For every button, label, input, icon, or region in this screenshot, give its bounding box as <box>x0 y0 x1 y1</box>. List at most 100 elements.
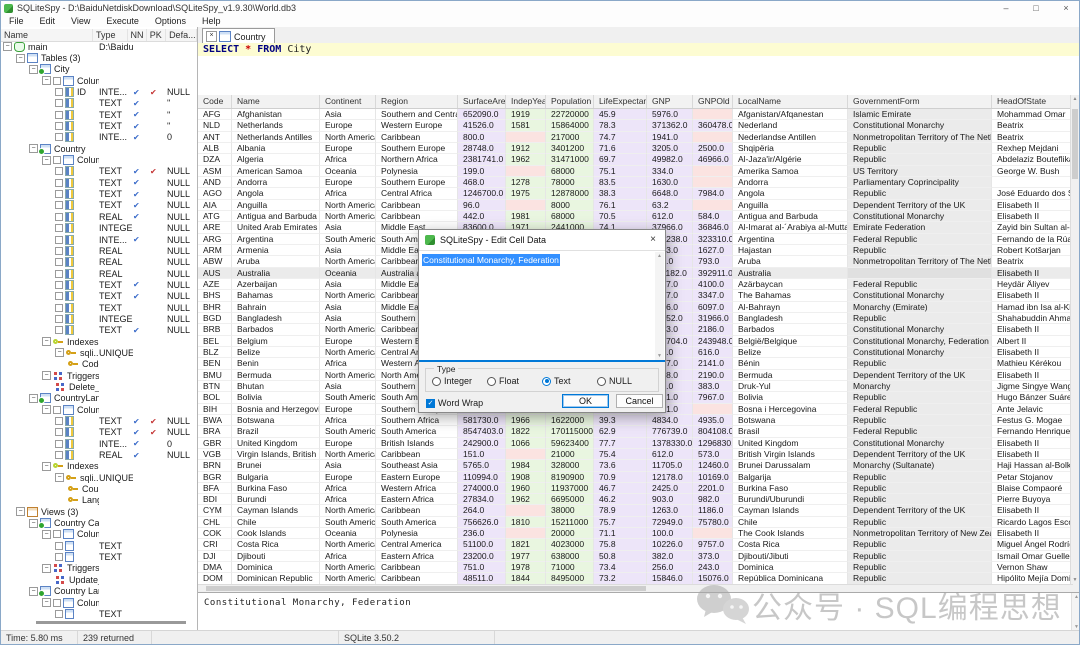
grid-cell[interactable]: 1296830.0 <box>693 438 733 449</box>
grid-cell[interactable]: Eastern Africa <box>376 494 458 505</box>
tree-checkbox[interactable] <box>55 281 63 289</box>
grid-cell[interactable]: ALB <box>198 143 232 154</box>
grid-cell[interactable]: BFA <box>198 483 232 494</box>
tree-checkbox[interactable] <box>53 156 61 164</box>
tree-row-triggers-1-[interactable]: Triggers (1) <box>1 370 197 381</box>
grid-cell[interactable]: Azärbaycan <box>733 279 848 290</box>
grid-cell[interactable]: 73.4 <box>594 562 647 573</box>
grid-cell[interactable]: Anguilla <box>733 200 848 211</box>
grid-cell[interactable]: Africa <box>320 358 376 369</box>
grid-header-headofstate[interactable]: HeadOfState <box>992 95 1072 108</box>
grid-cell[interactable]: CHL <box>198 517 232 528</box>
tree-row-columns-15-[interactable]: Columns (15) <box>1 154 197 165</box>
grid-cell[interactable]: Republic <box>848 472 992 483</box>
grid-cell[interactable]: Southern and Central Asia <box>376 109 458 120</box>
grid-cell[interactable]: Caribbean <box>376 132 458 143</box>
tree-row-column[interactable]: TEXTNULL <box>1 302 197 313</box>
grid-cell[interactable]: Barbados <box>232 324 320 335</box>
grid-cell[interactable] <box>506 166 546 177</box>
grid-cell[interactable]: Polynesia <box>376 528 458 539</box>
grid-cell[interactable]: 73.2 <box>594 573 647 584</box>
grid-header-gnpold[interactable]: GNPOld <box>693 95 733 108</box>
grid-cell[interactable]: BRN <box>198 460 232 471</box>
grid-cell[interactable]: 1622000 <box>546 415 594 426</box>
grid-cell[interactable]: Dominica <box>232 562 320 573</box>
grid-cell[interactable]: 373.0 <box>693 551 733 562</box>
grid-cell[interactable]: 1186.0 <box>693 505 733 516</box>
hscroll-thumb[interactable] <box>206 586 646 591</box>
grid-cell[interactable]: BGR <box>198 472 232 483</box>
grid-cell[interactable]: North America <box>320 256 376 267</box>
grid-cell[interactable]: 15864000 <box>546 120 594 131</box>
grid-header-lifeexpectancy[interactable]: LifeExpectancy <box>594 95 647 108</box>
grid-cell[interactable] <box>506 505 546 516</box>
grid-cell[interactable]: 328000 <box>546 460 594 471</box>
grid-cell[interactable]: Asia <box>320 313 376 324</box>
grid-cell[interactable]: BHR <box>198 302 232 313</box>
grid-cell[interactable]: BOL <box>198 392 232 403</box>
grid-cell[interactable]: 1981 <box>506 211 546 222</box>
grid-cell[interactable]: 652090.0 <box>458 109 506 120</box>
grid-cell[interactable]: Republic <box>848 245 992 256</box>
grid-cell[interactable]: 100.0 <box>647 528 693 539</box>
grid-cell[interactable]: BWA <box>198 415 232 426</box>
dialog-close-icon[interactable]: × <box>641 230 665 250</box>
grid-cell[interactable]: Nederlandse Antillen <box>733 132 848 143</box>
grid-cell[interactable]: George W. Bush <box>992 166 1072 177</box>
tree-row-column[interactable]: TEXT <box>1 608 197 619</box>
grid-cell[interactable]: 12460.0 <box>693 460 733 471</box>
textarea-vscrollbar[interactable]: ▲ ▼ <box>655 252 664 360</box>
tree-checkbox[interactable] <box>55 315 63 323</box>
grid-cell[interactable]: Asia <box>320 279 376 290</box>
grid-cell[interactable]: Oceania <box>320 268 376 279</box>
menu-options[interactable]: Options <box>147 15 194 27</box>
grid-cell[interactable]: North America <box>320 573 376 584</box>
grid-cell[interactable]: BRB <box>198 324 232 335</box>
collapse-icon[interactable] <box>16 507 25 516</box>
tree-row-column[interactable]: INTE...✔0 <box>1 438 197 449</box>
grid-cell[interactable]: 70.5 <box>594 211 647 222</box>
grid-cell[interactable] <box>506 200 546 211</box>
grid-cell[interactable]: Shahabuddin Ahmad <box>992 313 1072 324</box>
tree-checkbox[interactable] <box>55 201 63 209</box>
grid-cell[interactable]: 38.3 <box>594 188 647 199</box>
grid-header-continent[interactable]: Continent <box>320 95 376 108</box>
grid-cell[interactable]: 20000 <box>546 528 594 539</box>
grid-cell[interactable]: ARM <box>198 245 232 256</box>
grid-cell[interactable]: 110994.0 <box>458 472 506 483</box>
grid-cell[interactable]: Albert II <box>992 336 1072 347</box>
grid-cell[interactable]: Dependent Territory of the UK <box>848 200 992 211</box>
tree-checkbox[interactable] <box>55 224 63 232</box>
grid-cell[interactable]: Europe <box>320 177 376 188</box>
grid-cell[interactable]: Emirate Federation <box>848 222 992 233</box>
scroll-down-icon[interactable]: ▼ <box>655 353 664 359</box>
grid-cell[interactable]: Miguel Ángel Rodríguez <box>992 539 1072 550</box>
grid-cell[interactable] <box>693 177 733 188</box>
grid-cell[interactable]: Republic <box>848 358 992 369</box>
grid-cell[interactable]: 7967.0 <box>693 392 733 403</box>
grid-cell[interactable]: Fernando Henrique Car <box>992 426 1072 437</box>
grid-header-region[interactable]: Region <box>376 95 458 108</box>
grid-cell[interactable]: Abdelaziz Bouteflika <box>992 154 1072 165</box>
grid-cell[interactable]: Polynesia <box>376 166 458 177</box>
grid-cell[interactable]: Constitutional Monarchy <box>848 438 992 449</box>
grid-cell[interactable]: AFG <box>198 109 232 120</box>
grid-cell[interactable]: 1912 <box>506 143 546 154</box>
grid-cell[interactable]: Bénin <box>733 358 848 369</box>
grid-cell[interactable]: 804108.0 <box>693 426 733 437</box>
grid-cell[interactable]: Pierre Buyoya <box>992 494 1072 505</box>
grid-cell[interactable]: Republic <box>848 143 992 154</box>
grid-cell[interactable]: Asia <box>320 460 376 471</box>
grid-cell[interactable]: Caribbean <box>376 505 458 516</box>
tree-checkbox[interactable] <box>55 542 63 550</box>
grid-cell[interactable]: Argentina <box>232 234 320 245</box>
grid-cell[interactable] <box>992 177 1072 188</box>
grid-cell[interactable]: Africa <box>320 494 376 505</box>
grid-cell[interactable]: BMU <box>198 370 232 381</box>
grid-cell[interactable]: 5765.0 <box>458 460 506 471</box>
tree-row-column[interactable]: TEXT✔NULL <box>1 200 197 211</box>
grid-cell[interactable]: Vernon Shaw <box>992 562 1072 573</box>
menu-execute[interactable]: Execute <box>98 15 147 27</box>
grid-cell[interactable]: AGO <box>198 188 232 199</box>
grid-cell[interactable]: 2381741.0 <box>458 154 506 165</box>
